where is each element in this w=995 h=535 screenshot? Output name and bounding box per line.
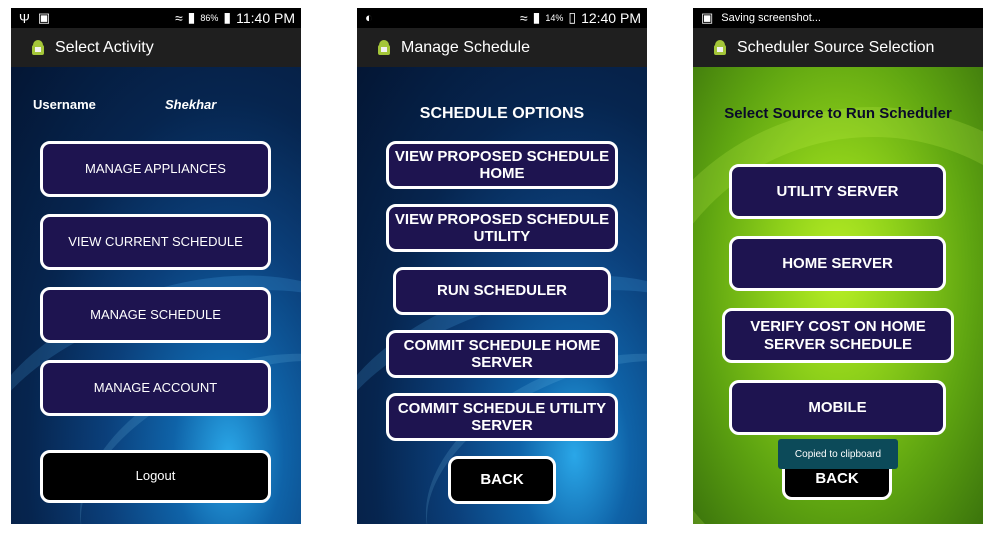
manage-account-button[interactable]: MANAGE ACCOUNT — [40, 360, 271, 416]
status-time: 11:40 PM — [236, 9, 295, 26]
manage-schedule-button[interactable]: MANAGE SCHEDULE — [40, 287, 271, 343]
image-notification-icon: ▣ — [37, 10, 51, 25]
manage-appliances-button[interactable]: MANAGE APPLIANCES — [40, 141, 271, 197]
android-app-icon — [378, 39, 390, 55]
button-line-1: MOBILE — [808, 398, 867, 416]
wifi-icon: ≈ — [519, 9, 528, 26]
select-source-heading: Select Source to Run Scheduler — [724, 105, 952, 122]
whatsapp-icon: ◐ — [365, 10, 373, 25]
button-line-1: COMMIT SCHEDULE UTILITY — [397, 399, 607, 417]
button-line-1: VIEW PROPOSED SCHEDULE — [394, 210, 610, 228]
battery-icon: ▯ — [568, 9, 577, 25]
button-line-1: COMMIT SCHEDULE HOME — [403, 336, 601, 354]
status-bar: ◐ ≈ ▮ 14% ▯ 12:40 PM — [357, 8, 647, 28]
copied-toast: Copied to clipboard — [778, 439, 898, 469]
scheduler-source-selection-screen: ▣ Saving screenshot... Scheduler Source … — [693, 8, 983, 524]
button-line-2: HOME — [479, 165, 525, 182]
content-area: Username Shekhar MANAGE APPLIANCES VIEW … — [11, 67, 301, 524]
button-line-2: SERVER — [471, 417, 533, 434]
screen-title: Manage Schedule — [401, 38, 530, 56]
status-time: 12:40 PM — [581, 9, 641, 26]
button-line-1: HOME SERVER — [782, 254, 893, 272]
screen-title: Scheduler Source Selection — [737, 38, 935, 56]
screen-title: Select Activity — [55, 38, 154, 56]
button-line-2: UTILITY — [473, 228, 531, 245]
wifi-icon: ≈ — [174, 9, 183, 26]
usb-icon: Ψ — [19, 10, 30, 26]
commit-schedule-utility-server-button[interactable]: COMMIT SCHEDULE UTILITY SERVER — [386, 393, 618, 441]
view-proposed-schedule-utility-button[interactable]: VIEW PROPOSED SCHEDULE UTILITY — [386, 204, 618, 252]
content-area: Select Source to Run Scheduler UTILITY S… — [693, 67, 983, 524]
battery-percent: 86% — [200, 12, 219, 23]
button-line-1: RUN SCHEDULER — [436, 282, 567, 300]
status-bar: Ψ ▣ ≈ ▮ 86% ▮ 11:40 PM — [11, 8, 301, 28]
home-server-button[interactable]: HOME SERVER — [729, 236, 946, 291]
back-button[interactable]: BACK — [448, 456, 556, 504]
button-line-1: VIEW PROPOSED SCHEDULE — [394, 147, 610, 165]
android-app-icon — [714, 39, 726, 55]
manage-schedule-screen: ◐ ≈ ▮ 14% ▯ 12:40 PM Manage Schedule SCH… — [357, 8, 647, 524]
android-app-icon — [32, 39, 44, 55]
username-label: Username — [33, 97, 96, 112]
action-bar: Scheduler Source Selection — [693, 28, 983, 67]
verify-cost-home-server-schedule-button[interactable]: VERIFY COST ON HOME SERVER SCHEDULE — [722, 308, 954, 363]
battery-percent: 14% — [545, 12, 564, 23]
logout-button[interactable]: Logout — [40, 450, 271, 503]
signal-icon: ▮ — [187, 9, 196, 25]
action-bar: Manage Schedule — [357, 28, 647, 67]
action-bar: Select Activity — [11, 28, 301, 67]
select-activity-screen: Ψ ▣ ≈ ▮ 86% ▮ 11:40 PM Select Activity U… — [11, 8, 301, 524]
status-message: Saving screenshot... — [721, 12, 821, 24]
run-scheduler-button[interactable]: RUN SCHEDULER — [393, 267, 611, 315]
button-line-2: SERVER — [471, 354, 533, 371]
username-value: Shekhar — [165, 97, 217, 112]
button-line-1: VERIFY COST ON HOME — [750, 318, 926, 336]
button-line-2: SERVER SCHEDULE — [763, 335, 913, 353]
view-proposed-schedule-home-button[interactable]: VIEW PROPOSED SCHEDULE HOME — [386, 141, 618, 189]
commit-schedule-home-server-button[interactable]: COMMIT SCHEDULE HOME SERVER — [386, 330, 618, 378]
status-bar: ▣ Saving screenshot... — [693, 8, 983, 28]
content-area: SCHEDULE OPTIONS VIEW PROPOSED SCHEDULE … — [357, 67, 647, 524]
screenshot-icon: ▣ — [701, 10, 714, 25]
signal-icon: ▮ — [532, 9, 541, 25]
mobile-button[interactable]: MOBILE — [729, 380, 946, 435]
button-line-1: UTILITY SERVER — [776, 182, 899, 200]
utility-server-button[interactable]: UTILITY SERVER — [729, 164, 946, 219]
schedule-options-heading: SCHEDULE OPTIONS — [419, 105, 585, 122]
view-current-schedule-button[interactable]: VIEW CURRENT SCHEDULE — [40, 214, 271, 270]
battery-icon: ▮ — [223, 9, 232, 25]
